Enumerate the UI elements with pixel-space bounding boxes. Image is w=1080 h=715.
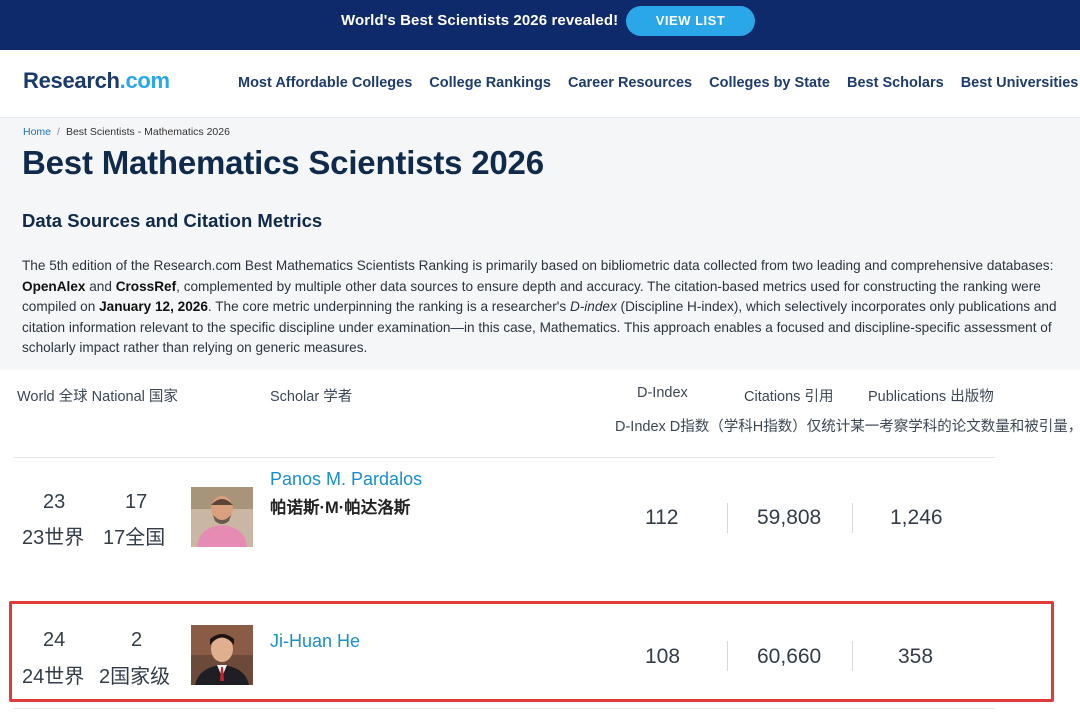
world-rank-cn: 24世界 xyxy=(22,666,85,688)
scholar-name-link[interactable]: Ji-Huan He xyxy=(270,631,360,652)
dindex-value: 108 xyxy=(645,645,681,668)
intro-section: Home / Best Scientists - Mathematics 2026 … xyxy=(0,118,1080,370)
column-separator xyxy=(727,641,728,671)
dindex-value: 112 xyxy=(645,506,679,529)
header-divider xyxy=(14,457,995,458)
scholar-name-link[interactable]: Panos M. Pardalos xyxy=(270,469,422,490)
nav-link-most-affordable-colleges[interactable]: Most Affordable Colleges xyxy=(238,75,412,91)
row-divider xyxy=(14,708,995,709)
logo-main: Research xyxy=(23,68,120,93)
breadcrumb-current: Best Scientists - Mathematics 2026 xyxy=(65,126,230,138)
avatar[interactable] xyxy=(191,625,253,685)
world-rank: 23 xyxy=(43,491,66,513)
paragraph-text: . The core metric underpinning the ranki… xyxy=(207,299,570,314)
nav-link-best-scholars[interactable]: Best Scholars xyxy=(847,75,944,91)
world-rank: 24 xyxy=(43,629,66,651)
nav-link-best-universities[interactable]: Best Universities xyxy=(961,75,1079,91)
world-rank-cn: 23世界 xyxy=(22,527,85,549)
paragraph-text: and xyxy=(85,278,116,294)
section-title: Data Sources and Citation Metrics xyxy=(22,210,323,231)
nav-link-college-rankings[interactable]: College Rankings xyxy=(429,75,551,91)
avatar[interactable] xyxy=(191,487,253,547)
header-dindex[interactable]: D-Index xyxy=(637,385,688,401)
paragraph-text: The 5th edition of the Research.com Best… xyxy=(22,258,1054,273)
page-title: Best Mathematics Scientists 2026 xyxy=(22,144,544,181)
breadcrumb: Home / Best Scientists - Mathematics 2026 xyxy=(23,126,230,138)
header-rank: World 全球 National 国家 xyxy=(17,389,178,405)
banner-text: World's Best Scientists 2026 revealed! xyxy=(341,12,619,29)
national-rank: 17 xyxy=(125,491,148,513)
citations-value: 59,808 xyxy=(757,506,822,529)
avatar-photo-icon xyxy=(191,487,253,547)
national-rank-cn: 17全国 xyxy=(103,527,166,549)
header-publications[interactable]: Publications 出版物 xyxy=(868,385,994,406)
avatar-photo-icon xyxy=(191,625,253,685)
publications-value: 358 xyxy=(898,645,934,668)
dindex-term: D-index xyxy=(569,299,617,314)
column-separator xyxy=(852,503,853,533)
citations-value: 60,660 xyxy=(757,645,822,668)
national-rank-cn: 2国家级 xyxy=(99,666,171,688)
publications-value: 1,246 xyxy=(890,506,943,529)
scholar-name-cn: 帕诺斯·M·帕达洛斯 xyxy=(270,499,411,517)
header-citations[interactable]: Citations 引用 xyxy=(744,385,833,406)
breadcrumb-separator: / xyxy=(57,126,60,138)
compiled-date: January 12, 2026 xyxy=(99,299,208,314)
header-scholar: Scholar 学者 xyxy=(270,389,353,405)
logo-dot: .com xyxy=(119,68,170,93)
crossref-text: CrossRef xyxy=(115,278,177,294)
intro-paragraph: The 5th edition of the Research.com Best… xyxy=(22,256,1074,359)
column-separator xyxy=(852,641,853,671)
dindex-note: D-Index D指数（学科H指数）仅统计某一考察学科的论文数量和被引量， xyxy=(615,419,1080,435)
nav-link-colleges-by-state[interactable]: Colleges by State xyxy=(709,75,830,91)
national-rank: 2 xyxy=(131,629,143,651)
nav-link-career-resources[interactable]: Career Resources xyxy=(568,75,692,91)
openalex-text: OpenAlex xyxy=(22,278,86,294)
top-banner: World's Best Scientists 2026 revealed! V… xyxy=(0,0,1080,50)
site-logo[interactable]: Research.com xyxy=(23,68,170,94)
view-list-button[interactable]: VIEW LIST xyxy=(626,6,755,36)
nav-links: Most Affordable Colleges College Ranking… xyxy=(238,75,1080,91)
breadcrumb-home[interactable]: Home xyxy=(23,126,51,138)
main-nav: Research.com Most Affordable Colleges Co… xyxy=(0,50,1080,118)
column-separator xyxy=(727,503,728,533)
